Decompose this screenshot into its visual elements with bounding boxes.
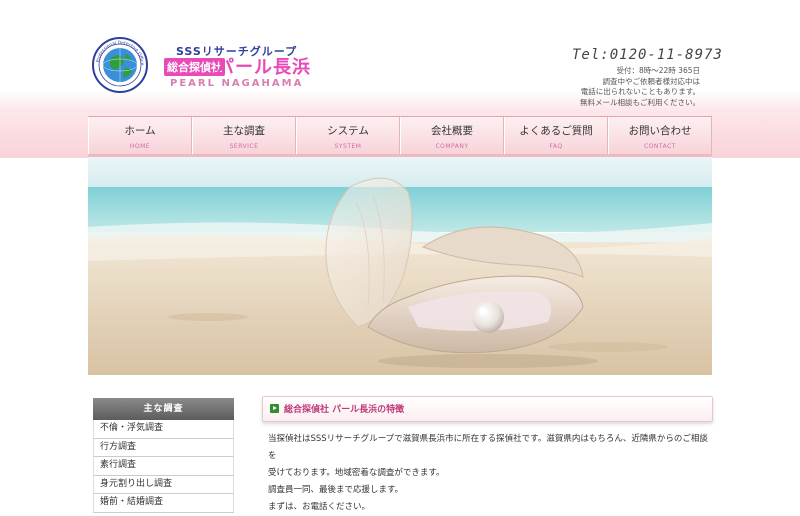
body-text: 調査員一同、最後まで応援します。	[268, 485, 404, 495]
logo-name: パール長浜	[216, 57, 311, 78]
body-text: 当探偵社はSSSリサーチグループで滋賀県長浜市に所在する探偵社です。滋賀県内はも…	[268, 434, 708, 461]
nav-item-service[interactable]: 主な調査 SERVICE	[192, 117, 296, 155]
pearl-shell-illustration	[88, 157, 712, 375]
body-text: まずは、お電話ください。	[268, 502, 371, 512]
nav-sublabel: FAQ	[549, 143, 563, 150]
nav-sublabel: SERVICE	[229, 143, 259, 150]
contact-info: 受付：8時～22時 365日 調査中やご依頼者様対応中は 電話に出られないことも…	[560, 66, 700, 108]
sidebar-item-affair[interactable]: 不倫・浮気調査	[93, 420, 234, 439]
nav-item-system[interactable]: システム SYSTEM	[296, 117, 400, 155]
section-heading: 総合探偵社 パール長浜の特徴	[262, 396, 713, 422]
nav-sublabel: CONTACT	[644, 143, 676, 150]
nav-sublabel: HOME	[129, 143, 151, 150]
site-header: Professional Detective Office SSSリサーチグルー…	[0, 0, 800, 116]
section-body: 当探偵社はSSSリサーチグループで滋賀県長浜市に所在する探偵社です。滋賀県内はも…	[268, 431, 713, 516]
business-hours: 受付：8時～22時 365日	[616, 66, 700, 75]
logo-english-name: PEARL NAGAHAMA	[170, 78, 304, 89]
nav-label: システム	[327, 125, 369, 137]
sidebar-title: 主な調査	[93, 398, 234, 420]
nav-label: 主な調査	[223, 125, 265, 137]
contact-note: 調査中やご依頼者様対応中は	[602, 76, 701, 86]
nav-label: 会社概要	[431, 125, 473, 137]
sidebar-item-identity[interactable]: 身元割り出し調査	[93, 475, 234, 494]
contact-note: 無料メール相談もご利用ください。	[580, 97, 700, 107]
sidebar-item-marriage[interactable]: 婚前・結婚調査	[93, 494, 234, 513]
phone-number[interactable]: Tel:0120-11-8973	[572, 47, 723, 63]
nav-label: お問い合わせ	[628, 125, 692, 137]
contact-note: 電話に出られないこともあります。	[580, 87, 700, 96]
nav-item-contact[interactable]: お問い合わせ CONTACT	[608, 117, 712, 155]
hero-image	[88, 157, 712, 375]
nav-sublabel: SYSTEM	[334, 143, 362, 150]
globe-emblem-icon[interactable]: Professional Detective Office	[92, 37, 148, 93]
nav-label: ホーム	[124, 125, 156, 137]
nav-item-faq[interactable]: よくあるご質問 FAQ	[504, 117, 608, 155]
section-title: 総合探偵社 パール長浜の特徴	[284, 405, 405, 415]
nav-item-home[interactable]: ホーム HOME	[88, 117, 192, 155]
main-nav: ホーム HOME 主な調査 SERVICE システム SYSTEM 会社概要 C…	[88, 116, 712, 156]
arrow-marker-icon	[270, 404, 279, 413]
sidebar-item-missing[interactable]: 行方調査	[93, 438, 234, 457]
nav-label: よくあるご質問	[519, 125, 593, 137]
nav-item-company[interactable]: 会社概要 COMPANY	[400, 117, 504, 155]
sidebar: 主な調査 不倫・浮気調査 行方調査 素行調査 身元割り出し調査 婚前・結婚調査	[93, 398, 234, 513]
logo[interactable]: 総合探偵社 パール長浜	[164, 55, 334, 78]
nav-sublabel: COMPANY	[435, 143, 469, 150]
sidebar-item-behavior[interactable]: 素行調査	[93, 457, 234, 476]
body-text: 受けております。地域密着な調査ができます。	[268, 468, 445, 478]
